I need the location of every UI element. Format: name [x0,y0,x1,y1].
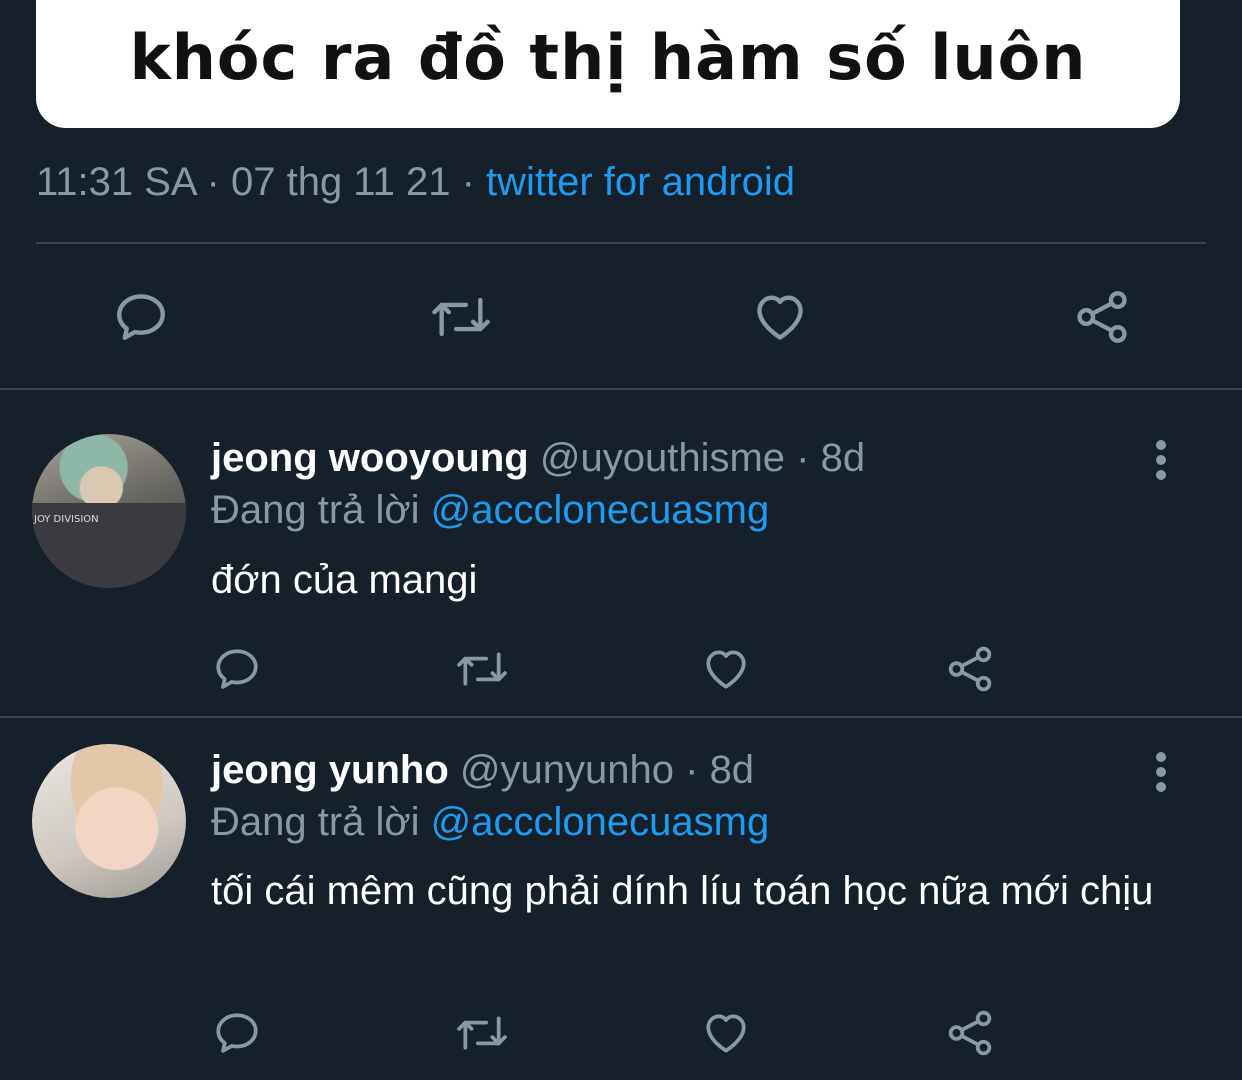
reply-tweet[interactable]: JOY DIVISION jeong wooyoung @uyouthisme … [0,390,1242,716]
like-icon[interactable] [750,288,810,346]
reply-time: 8d [709,748,755,792]
comment-icon[interactable] [212,1008,262,1058]
retweet-icon[interactable] [454,1008,510,1058]
reply-header: jeong wooyoung @uyouthisme · 8d [211,436,865,481]
tweet-image[interactable]: khóc ra đồ thị hàm số luôn [36,0,1180,128]
user-handle[interactable]: @yunyunho [460,748,674,792]
tweet-action-bar [0,282,1242,352]
reply-time: 8d [820,436,866,480]
mention-link[interactable]: @accclonecuasmg [431,488,770,532]
reply-header: jeong yunho @yunyunho · 8d [211,748,754,793]
display-name[interactable]: jeong wooyoung [211,436,529,480]
like-icon[interactable] [700,644,752,694]
tweet-source-link[interactable]: twitter for android [486,160,795,204]
more-options-icon[interactable] [1148,752,1174,792]
display-name[interactable]: jeong yunho [211,748,449,792]
comment-icon[interactable] [112,288,170,346]
replying-to: Đang trả lời @accclonecuasmg [211,800,769,845]
replying-to: Đang trả lời @accclonecuasmg [211,488,769,533]
separator: · [206,160,220,204]
reply-text: tối cái mêm cũng phải dính líu toán học … [211,869,1154,913]
retweet-icon[interactable] [454,644,510,694]
more-options-icon[interactable] [1148,440,1174,480]
avatar[interactable]: JOY DIVISION [32,434,186,588]
share-icon[interactable] [944,1008,996,1058]
reply-tweet[interactable]: jeong yunho @yunyunho · 8d Đang trả lời … [0,718,1242,1080]
retweet-icon[interactable] [428,288,494,346]
tweet-meta: 11:31 SA · 07 thg 11 21 · twitter for an… [36,160,795,205]
tweet-date: 07 thg 11 21 [230,160,451,204]
comment-icon[interactable] [212,644,262,694]
tweet-time: 11:31 SA [36,160,196,204]
separator: · [461,160,475,204]
separator: · [796,436,810,480]
divider [36,242,1206,244]
avatar[interactable] [32,744,186,898]
share-icon[interactable] [1072,288,1132,346]
separator: · [685,748,699,792]
replying-label: Đang trả lời [211,800,420,844]
replying-label: Đang trả lời [211,488,420,532]
share-icon[interactable] [944,644,996,694]
like-icon[interactable] [700,1008,752,1058]
user-handle[interactable]: @uyouthisme [540,436,785,480]
mention-link[interactable]: @accclonecuasmg [431,800,770,844]
avatar-shirt-text: JOY DIVISION [34,514,99,525]
image-caption: khóc ra đồ thị hàm số luôn [129,21,1087,94]
reply-text: đớn của mangi [211,558,478,602]
